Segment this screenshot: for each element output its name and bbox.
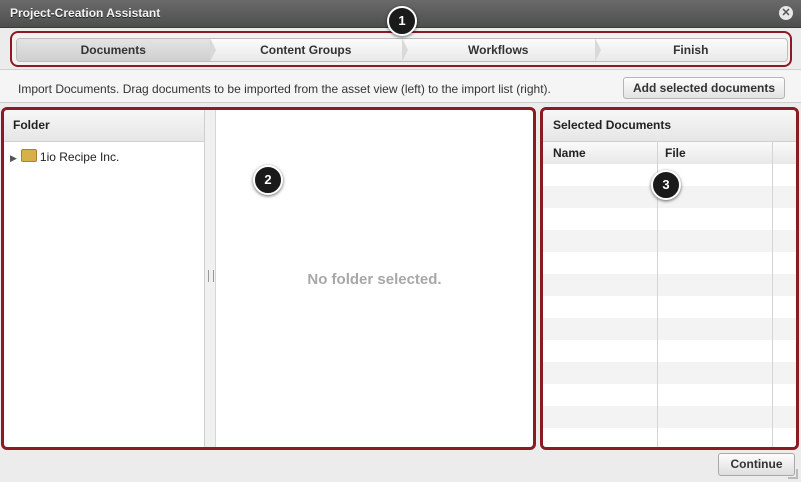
- tree-item[interactable]: ▶ 1io Recipe Inc.: [10, 149, 204, 164]
- callout-badge-3: 3: [651, 170, 681, 200]
- callout-badge-1: 1: [387, 6, 417, 36]
- step-workflows[interactable]: Workflows: [402, 39, 600, 61]
- splitter-grip-icon[interactable]: [208, 270, 214, 282]
- continue-button[interactable]: Continue: [718, 453, 795, 476]
- folder-icon: [20, 149, 37, 162]
- asset-view: No folder selected.: [216, 110, 533, 447]
- callout-badge-2: 2: [253, 165, 283, 195]
- dialog-body: Documents Content Groups Workflows Finis…: [0, 28, 801, 482]
- selected-documents-list[interactable]: [543, 164, 796, 447]
- instruction-bar: Import Documents. Drag documents to be i…: [0, 69, 801, 103]
- column-divider: [772, 141, 773, 447]
- asset-browser-panel: Folder ▶ 1io Recipe Inc. No folder select…: [1, 107, 536, 450]
- window-title: Project-Creation Assistant: [10, 6, 161, 20]
- instruction-text: Import Documents. Drag documents to be i…: [18, 82, 551, 96]
- expand-arrow-icon[interactable]: ▶: [10, 153, 17, 163]
- asset-view-empty-text: No folder selected.: [307, 271, 442, 288]
- selected-documents-panel: Selected Documents Name File: [540, 107, 799, 450]
- column-file[interactable]: File: [665, 142, 686, 164]
- add-selected-documents-button[interactable]: Add selected documents: [623, 77, 785, 99]
- step-documents[interactable]: Documents: [17, 39, 215, 61]
- folder-header: Folder: [4, 110, 204, 142]
- selected-documents-header: Selected Documents: [543, 110, 796, 142]
- selected-documents-columns: Name File: [543, 142, 796, 165]
- folder-pane: Folder ▶ 1io Recipe Inc.: [4, 110, 205, 447]
- resize-handle-icon[interactable]: [788, 469, 798, 479]
- step-content-groups[interactable]: Content Groups: [210, 39, 408, 61]
- wizard-steps-region: Documents Content Groups Workflows Finis…: [10, 31, 792, 67]
- close-icon[interactable]: ✕: [779, 6, 793, 20]
- pane-splitter[interactable]: [205, 110, 216, 447]
- wizard-steps: Documents Content Groups Workflows Finis…: [16, 38, 788, 62]
- tree-item-label: 1io Recipe Inc.: [39, 150, 120, 164]
- column-name[interactable]: Name: [553, 142, 586, 164]
- folder-tree: ▶ 1io Recipe Inc.: [4, 142, 204, 164]
- step-finish[interactable]: Finish: [595, 39, 788, 61]
